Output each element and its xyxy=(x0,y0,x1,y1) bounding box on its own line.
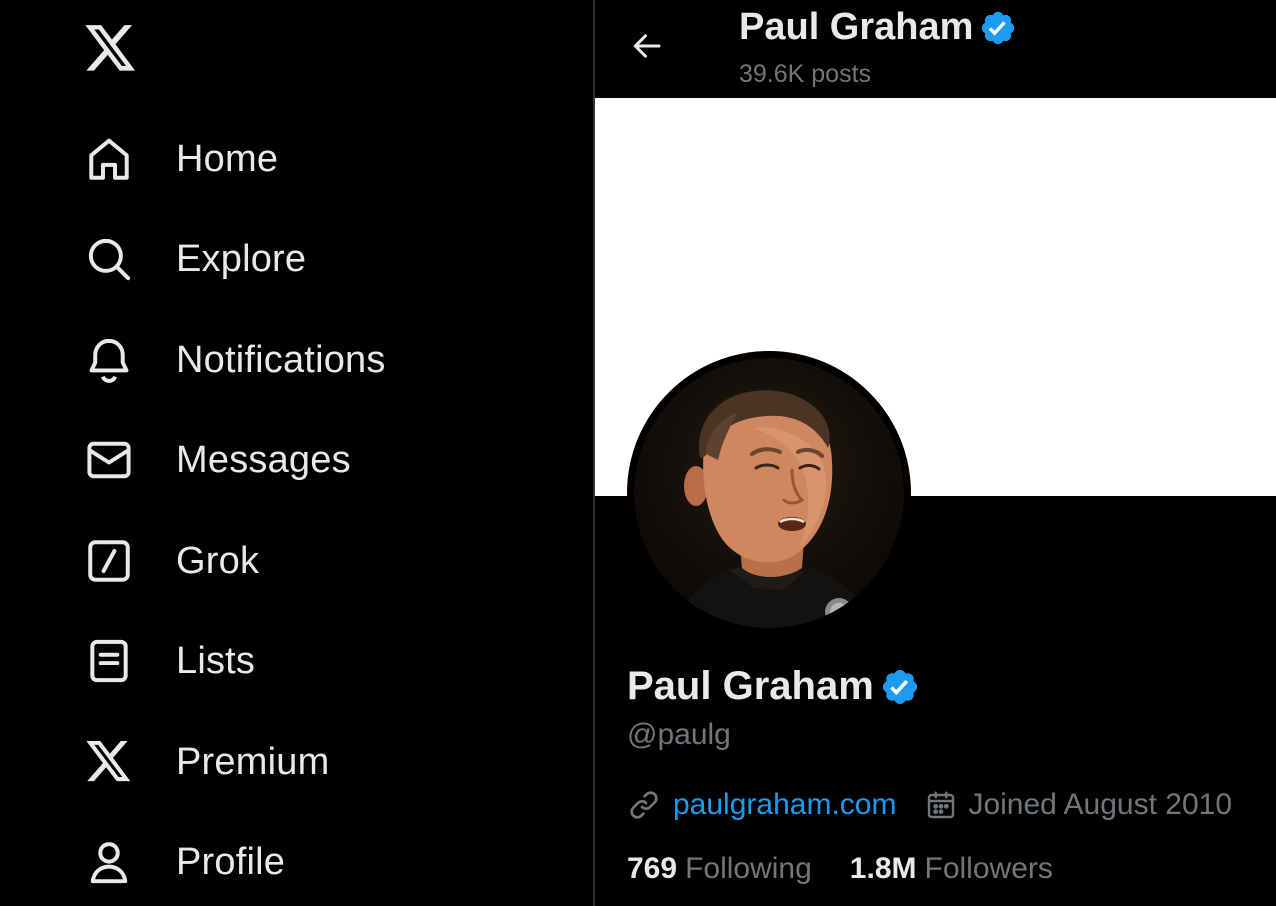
following-label: Following xyxy=(685,852,812,885)
followers-count: 1.8M xyxy=(849,852,917,885)
sidebar-item-label: Home xyxy=(176,137,279,180)
follow-stats: 769 Following 1.8M Followers xyxy=(627,852,1053,886)
header-title-row: Paul Graham xyxy=(739,6,1017,49)
sidebar-item-label: Explore xyxy=(176,237,307,280)
person-icon xyxy=(84,837,134,887)
lists-icon xyxy=(84,636,134,686)
sidebar-item-home[interactable]: Home xyxy=(76,127,290,191)
calendar-icon xyxy=(924,788,958,822)
followers-label: Followers xyxy=(924,852,1053,885)
following-link[interactable]: 769 Following xyxy=(627,852,812,886)
header-name: Paul Graham xyxy=(739,6,974,48)
profile-header-bar: Paul Graham 39.6K posts xyxy=(595,0,1276,98)
sidebar-item-profile[interactable]: Profile xyxy=(76,830,297,894)
post-count: 39.6K posts xyxy=(739,60,872,88)
sidebar-item-label: Messages xyxy=(176,438,351,481)
sidebar-item-label: Profile xyxy=(176,840,286,883)
envelope-icon xyxy=(84,435,134,485)
sidebar-item-label: Lists xyxy=(176,639,256,682)
sidebar-item-notifications[interactable]: Notifications xyxy=(76,328,398,392)
verified-badge-icon[interactable] xyxy=(979,9,1017,47)
avatar[interactable] xyxy=(627,351,911,635)
sidebar-item-messages[interactable]: Messages xyxy=(76,428,363,492)
sidebar-item-label: Grok xyxy=(176,539,260,582)
profile-name: Paul Graham xyxy=(627,664,874,708)
followers-link[interactable]: 1.8M Followers xyxy=(850,852,1053,886)
website-link[interactable]: paulgraham.com xyxy=(673,788,896,822)
avatar-portrait xyxy=(674,390,874,628)
avatar-photo xyxy=(634,358,904,628)
profile-column: Paul Graham 39.6K posts Paul Graham @pau… xyxy=(595,0,1276,906)
profile-handle: @paulg xyxy=(627,718,731,751)
x-logo-icon xyxy=(84,737,134,787)
following-count: 769 xyxy=(627,852,678,885)
sidebar-item-lists[interactable]: Lists xyxy=(76,629,267,693)
home-icon xyxy=(84,134,134,184)
sidebar-item-premium[interactable]: Premium xyxy=(76,730,341,794)
profile-meta: paulgraham.com Joined August 2010 xyxy=(627,788,1232,822)
verified-badge-icon[interactable] xyxy=(880,667,920,707)
sidebar-item-label: Premium xyxy=(176,740,330,783)
sidebar-item-grok[interactable]: Grok xyxy=(76,529,271,593)
profile-name-row: Paul Graham xyxy=(627,664,920,709)
app-window: Home Explore Notifications Messages Grok… xyxy=(0,0,1276,906)
sidebar: Home Explore Notifications Messages Grok… xyxy=(0,0,594,906)
bell-icon xyxy=(84,335,134,385)
joined-date: Joined August 2010 xyxy=(968,788,1233,821)
link-icon xyxy=(627,788,661,822)
grok-icon xyxy=(84,536,134,586)
search-icon xyxy=(84,234,134,284)
back-button[interactable] xyxy=(625,24,669,68)
sidebar-item-label: Notifications xyxy=(176,338,386,381)
arrow-left-icon xyxy=(633,34,661,58)
x-logo-icon[interactable] xyxy=(84,24,138,74)
sidebar-item-explore[interactable]: Explore xyxy=(76,227,318,291)
